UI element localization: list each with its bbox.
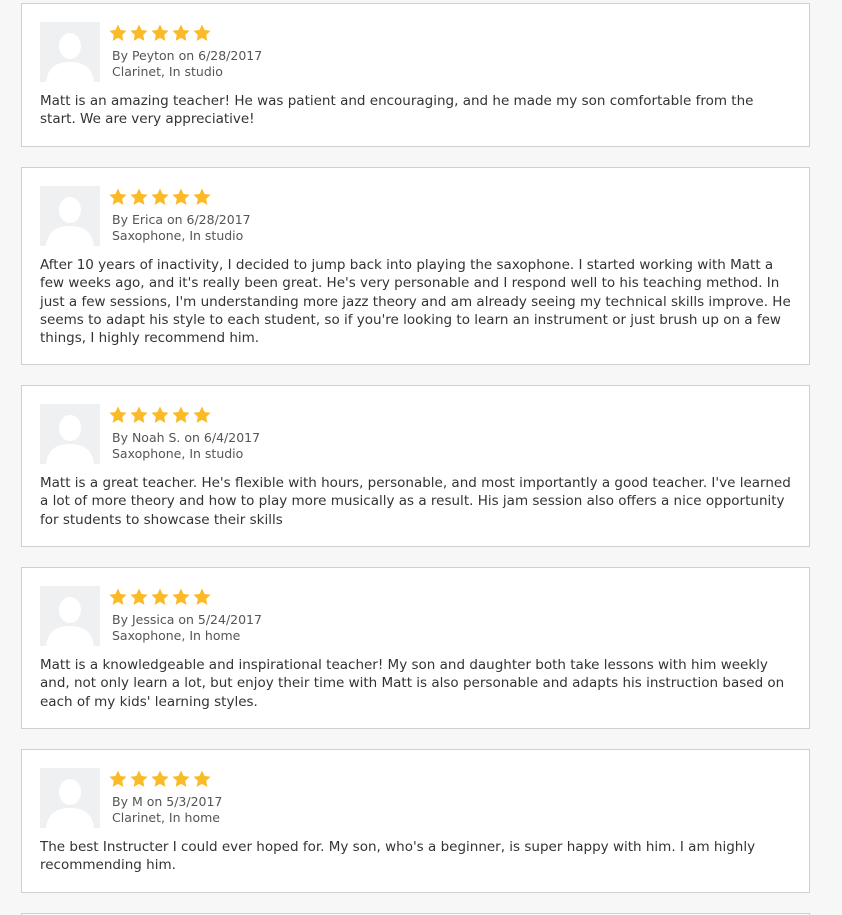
star-icon — [130, 588, 148, 605]
user-silhouette-icon — [40, 22, 100, 82]
star-icon — [109, 188, 127, 205]
star-icon — [151, 588, 169, 605]
star-icon — [130, 406, 148, 423]
star-icon — [193, 406, 211, 423]
star-icon — [151, 24, 169, 41]
user-silhouette-icon — [40, 186, 100, 246]
review-instrument-location: Saxophone, In studio — [112, 446, 244, 461]
star-icon — [193, 588, 211, 605]
review-text: Matt is a great teacher. He's flexible w… — [40, 475, 791, 528]
star-icon — [151, 770, 169, 787]
star-icon — [130, 770, 148, 787]
review-text: Matt is a knowledgeable and inspirationa… — [40, 657, 785, 710]
star-icon — [193, 188, 211, 205]
review-card: By Jessica on 5/24/2017 Saxophone, In hom… — [21, 567, 810, 729]
review-author-date: By Erica on 6/28/2017 — [112, 212, 251, 227]
star-rating — [108, 587, 213, 607]
star-rating — [108, 405, 213, 425]
star-icon — [109, 406, 127, 423]
star-rating — [108, 769, 213, 789]
review-instrument-location: Saxophone, In home — [112, 628, 241, 643]
review-card: By M on 5/3/2017 Clarinet, In home The bes… — [21, 749, 810, 893]
star-icon — [151, 406, 169, 423]
review-card: By Noah S. on 6/4/2017 Saxophone, In stud… — [21, 385, 810, 547]
star-icon — [172, 406, 190, 423]
review-author-date: By Peyton on 6/28/2017 — [112, 48, 263, 63]
review-instrument-location: Clarinet, In studio — [112, 64, 223, 79]
review-card: By Peyton on 6/28/2017 Clarinet, In studi… — [21, 3, 810, 147]
user-silhouette-icon — [40, 404, 100, 464]
star-icon — [172, 588, 190, 605]
review-author-date: By M on 5/3/2017 — [112, 794, 223, 809]
star-icon — [151, 188, 169, 205]
star-icon — [130, 24, 148, 41]
star-icon — [109, 588, 127, 605]
user-silhouette-icon — [40, 586, 100, 646]
star-icon — [172, 188, 190, 205]
star-icon — [193, 770, 211, 787]
star-icon — [193, 24, 211, 41]
review-author-date: By Jessica on 5/24/2017 — [112, 612, 262, 627]
review-author-date: By Noah S. on 6/4/2017 — [112, 430, 261, 445]
review-text: The best Instructer I could ever hoped f… — [40, 839, 756, 874]
review-instrument-location: Saxophone, In studio — [112, 228, 244, 243]
star-icon — [172, 24, 190, 41]
review-text: Matt is an amazing teacher! He was patie… — [40, 93, 754, 128]
reviews-list: By Peyton on 6/28/2017 Clarinet, In studi… — [0, 0, 842, 915]
star-icon — [172, 770, 190, 787]
star-rating — [108, 187, 213, 207]
user-silhouette-icon — [40, 768, 100, 828]
star-rating — [108, 23, 213, 43]
review-card: By Erica on 6/28/2017 Saxophone, In studi… — [21, 167, 810, 365]
star-icon — [130, 188, 148, 205]
star-icon — [109, 770, 127, 787]
review-text: After 10 years of inactivity, I decided … — [40, 257, 791, 347]
star-icon — [109, 24, 127, 41]
review-instrument-location: Clarinet, In home — [112, 810, 220, 825]
